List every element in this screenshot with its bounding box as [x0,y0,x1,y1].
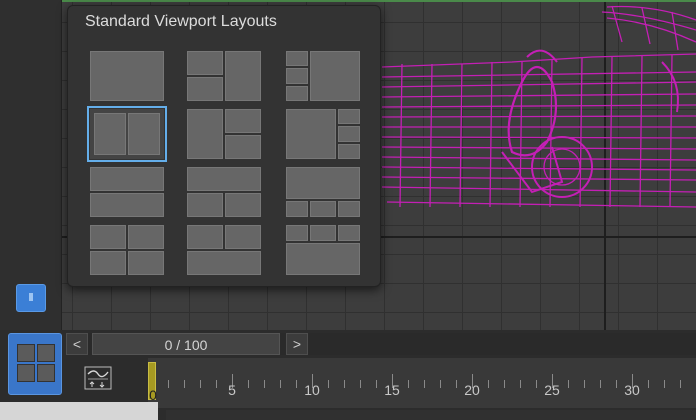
time-slider-prev-button[interactable]: < [66,333,88,355]
timeline-tick-label: 25 [544,382,560,398]
layout-4-quad[interactable] [90,225,164,275]
layout-3-small-top-1-large-bottom[interactable] [286,225,360,275]
status-panel-right [166,410,696,420]
timeline-tick [456,380,457,388]
timeline-tick [264,380,265,388]
timeline-tick [536,380,537,388]
timeline-tick [360,380,361,388]
track-bar[interactable]: 5 10 15 20 25 30 0 [148,358,696,408]
timeline-tick-label: 20 [464,382,480,398]
layout-2-horizontal[interactable] [90,167,164,217]
viewport-layout-tab-strip [0,0,62,330]
layout-tab-button[interactable] [16,284,46,312]
timeline-tick-label: 10 [304,382,320,398]
time-slider[interactable]: < 0 / 100 > [66,333,696,355]
layout-1-top-2-bottom[interactable] [187,167,261,217]
flyout-title: Standard Viewport Layouts [85,13,277,30]
frame-readout: 0 / 100 [164,337,208,353]
timeline-tick [440,380,441,388]
layout-2-vertical[interactable] [87,106,167,162]
timeline-tick [520,380,521,388]
curve-editor-icon[interactable] [84,366,112,390]
timeline-tick [296,380,297,388]
timeline-tick-label: 15 [384,382,400,398]
status-panel-left [0,402,158,420]
time-cursor[interactable]: 0 [148,362,157,403]
timeline-tick [328,380,329,388]
timeline-tick [664,380,665,388]
standard-viewport-layouts-flyout: Standard Viewport Layouts [67,5,381,287]
timeline-tick [600,380,601,388]
layout-single[interactable] [90,51,164,101]
time-slider-thumb[interactable]: 0 / 100 [92,333,280,355]
layout-1-large-left-3-small-right[interactable] [286,109,360,159]
tab-icon [29,293,33,301]
timeline-tick [648,380,649,388]
time-slider-next-button[interactable]: > [286,333,308,355]
timeline-tick [184,380,185,388]
car-wireframe-model[interactable] [362,2,696,212]
timeline-tick [200,380,201,388]
timeline-tick [680,380,681,388]
timeline-tick [248,380,249,388]
timeline-tick [488,380,489,388]
timeline-tick [216,380,217,388]
time-cursor-frame: 0 [149,387,157,403]
layout-3-small-left-1-large-right[interactable] [286,51,360,101]
timeline-tick-label: 30 [624,382,640,398]
timeline-tick [616,380,617,388]
timeline-tick [568,380,569,388]
layout-1-left-2-stacked-right[interactable] [187,109,261,159]
timeline-tick [504,380,505,388]
timeline-tick [584,380,585,388]
timeline-tick [408,380,409,388]
timeline-tick-label: 5 [228,382,236,398]
layout-2-stacked-left-1-right[interactable] [187,51,261,101]
timeline-tick [168,380,169,388]
layout-2-top-1-bottom[interactable] [187,225,261,275]
timeline-tick [376,380,377,388]
timeline-tick [280,380,281,388]
viewport-layout-icon[interactable] [8,333,62,395]
timeline-tick [424,380,425,388]
layout-1-large-top-3-small-bottom[interactable] [286,167,360,217]
timeline-tick [344,380,345,388]
